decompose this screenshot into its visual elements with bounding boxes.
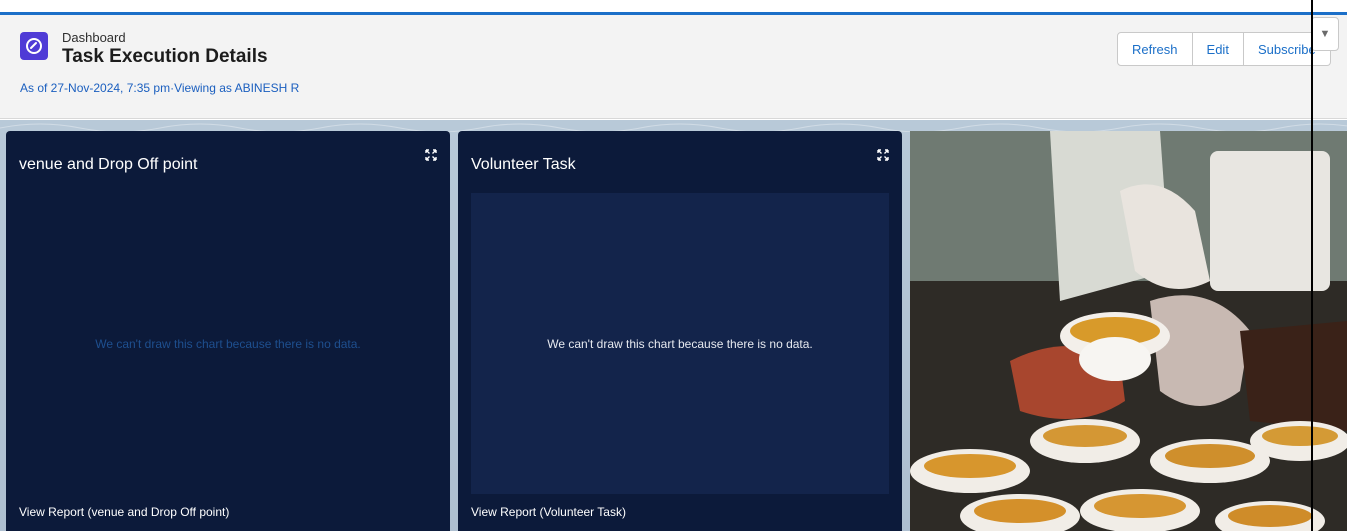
venue-drop-off-panel: venue and Drop Off point We can't draw t… <box>6 131 450 531</box>
view-report-link[interactable]: View Report (Volunteer Task) <box>471 505 626 519</box>
dashboard-header: Dashboard Task Execution Details As of 2… <box>0 15 1347 119</box>
chevron-down-icon: ▼ <box>1319 28 1331 40</box>
view-report-link[interactable]: View Report (venue and Drop Off point) <box>19 505 229 519</box>
panel-title: Volunteer Task <box>471 156 576 173</box>
header-overline: Dashboard <box>62 30 126 45</box>
viewing-as-info: As of 27-Nov-2024, 7:35 pm·Viewing as AB… <box>20 81 300 95</box>
no-data-message: We can't draw this chart because there i… <box>547 336 813 351</box>
more-actions-button[interactable]: ▼ <box>1311 17 1339 51</box>
page-title: Task Execution Details <box>62 46 268 67</box>
expand-icon[interactable] <box>424 149 438 163</box>
chart-area: We can't draw this chart because there i… <box>19 193 437 494</box>
header-actions: Refresh Edit Subscribe <box>1117 32 1331 66</box>
expand-icon[interactable] <box>876 149 890 163</box>
panel-title: venue and Drop Off point <box>19 156 198 173</box>
refresh-button[interactable]: Refresh <box>1117 32 1193 66</box>
edit-button[interactable]: Edit <box>1192 32 1244 66</box>
volunteer-task-panel: Volunteer Task We can't draw this chart … <box>458 131 902 531</box>
no-data-message: We can't draw this chart because there i… <box>95 336 361 351</box>
food-serving-image <box>910 131 1347 531</box>
vertical-divider-line <box>1311 0 1313 531</box>
chart-area: We can't draw this chart because there i… <box>471 193 889 494</box>
dashboard-gauge-icon <box>20 32 48 60</box>
